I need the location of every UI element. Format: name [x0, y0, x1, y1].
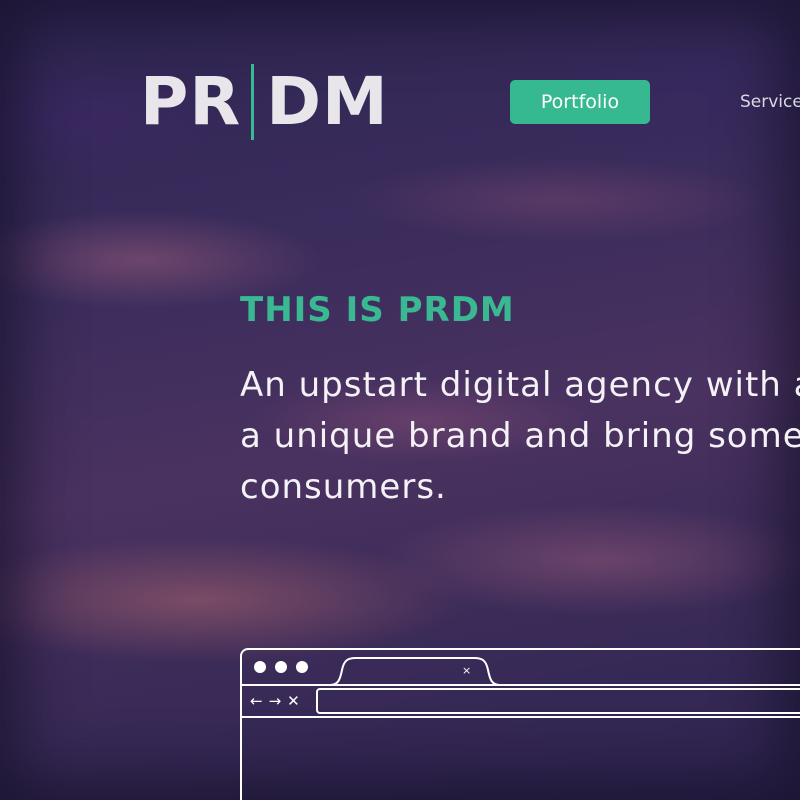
window-dots	[254, 661, 308, 673]
back-arrow-icon: ←	[250, 692, 263, 710]
logo-left-letters: PR	[140, 63, 242, 140]
window-dot-icon	[275, 661, 287, 673]
hero-kicker: THIS IS PRDM	[240, 290, 515, 330]
browser-tab: ×	[330, 656, 500, 686]
intro-line: An upstart digital agency with an	[240, 365, 800, 405]
close-icon: ×	[462, 664, 472, 677]
close-icon: ✕	[287, 692, 300, 710]
toolbar-divider	[242, 684, 800, 686]
nav-portfolio-button[interactable]: Portfolio	[510, 80, 650, 124]
browser-illustration: × ← → ✕	[240, 648, 800, 800]
prdm-logo[interactable]: PR DM	[140, 64, 389, 140]
window-dot-icon	[296, 661, 308, 673]
nav-services-link[interactable]: Services	[740, 80, 800, 124]
browser-nav-controls: ← → ✕	[250, 692, 300, 710]
intro-line: a unique brand and bring someth	[240, 416, 800, 456]
content-divider	[242, 716, 800, 718]
logo-right-letters: DM	[266, 63, 389, 140]
logo-divider-bar	[251, 64, 255, 140]
hero-intro-text: An upstart digital agency with an a uniq…	[240, 360, 800, 513]
browser-url-bar	[316, 688, 800, 714]
forward-arrow-icon: →	[268, 692, 282, 710]
window-dot-icon	[254, 661, 266, 673]
intro-line: consumers.	[240, 467, 447, 507]
browser-tab-outline	[330, 657, 500, 686]
